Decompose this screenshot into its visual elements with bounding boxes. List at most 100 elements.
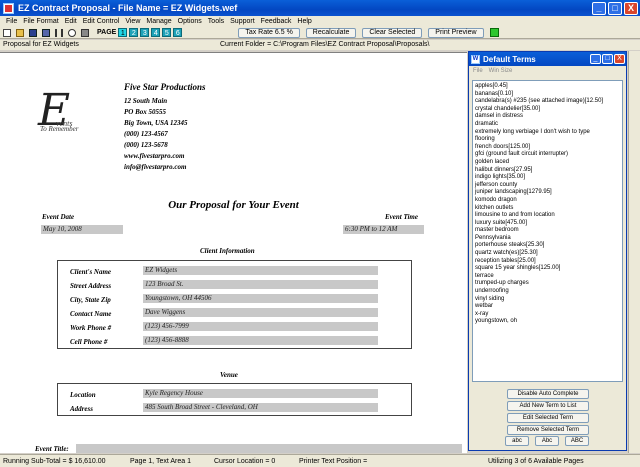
info-bar: Proposal for EZ Widgets Current Folder =… <box>0 40 640 50</box>
close-button[interactable]: X <box>624 1 638 15</box>
save-icon[interactable] <box>28 28 38 37</box>
tax-rate-button[interactable]: Tax Rate 6.5 % <box>238 27 300 38</box>
client-field-value[interactable]: EZ Widgets <box>143 266 378 275</box>
term-item[interactable]: flooring <box>475 136 620 144</box>
proposal-title: Our Proposal for Your Event <box>168 199 299 211</box>
open-folder-icon[interactable] <box>15 28 25 37</box>
term-item[interactable]: apples[0.45] <box>475 83 620 91</box>
preview-icon[interactable] <box>67 28 77 37</box>
term-item[interactable]: reception tables[25.00] <box>475 258 620 266</box>
client-field-value[interactable]: 123 Broad St. <box>143 280 378 289</box>
term-item[interactable]: wetbar <box>475 303 620 311</box>
venue-field-value[interactable]: Kyle Regency House <box>143 389 378 398</box>
term-item[interactable]: extremely long verbiage I don't wish to … <box>475 129 620 137</box>
menu-help[interactable]: Help <box>295 18 315 25</box>
clear-selected-button[interactable]: Clear Selected <box>362 27 423 38</box>
panel-minimize-button[interactable]: _ <box>590 54 601 64</box>
uppercase-button[interactable]: ABC <box>565 436 589 446</box>
page-button-4[interactable]: 4 <box>151 28 161 37</box>
menu-edit-control[interactable]: Edit Control <box>81 18 124 25</box>
menu-manage[interactable]: Manage <box>144 18 175 25</box>
print-preview-button[interactable]: Print Preview <box>428 27 484 38</box>
term-item[interactable]: quartz watch(es)[25.30] <box>475 250 620 258</box>
terms-list[interactable]: apples[0.45] bananas[0.10] candelabra(s) #… <box>472 80 623 382</box>
toolbar: PAGE 1 2 3 4 5 6 Tax Rate 6.5 % Recalcul… <box>0 27 640 39</box>
recalculate-button[interactable]: Recalculate <box>305 27 357 38</box>
term-item[interactable]: limousine to and from location <box>475 212 620 220</box>
term-item[interactable]: trumped-up charges <box>475 280 620 288</box>
term-item[interactable]: vinyl siding <box>475 296 620 304</box>
client-field-value[interactable]: Youngstown, OH 44506 <box>143 294 378 303</box>
vertical-scrollbar[interactable] <box>628 51 640 453</box>
disable-autocomplete-button[interactable]: Disable Auto Complete <box>507 389 589 399</box>
minimize-button[interactable]: _ <box>592 1 606 15</box>
term-item[interactable]: kitchen outlets <box>475 205 620 213</box>
event-time-field[interactable]: 6:30 PM to 12 AM <box>343 225 424 234</box>
save-as-icon[interactable] <box>41 28 51 37</box>
term-item[interactable]: bananas[0.10] <box>475 91 620 99</box>
term-item[interactable]: halibut dinners[27.95] <box>475 167 620 175</box>
event-title-field[interactable] <box>76 444 462 453</box>
term-item[interactable]: underroofing <box>475 288 620 296</box>
menu-edit[interactable]: Edit <box>63 18 81 25</box>
venue-field-value[interactable]: 485 South Broad Street - Cleveland, OH <box>143 403 378 412</box>
menu-feedback[interactable]: Feedback <box>259 18 296 25</box>
maximize-button[interactable]: □ <box>608 1 622 15</box>
event-time-label: Event Time <box>385 213 418 221</box>
page-button-2[interactable]: 2 <box>129 28 139 37</box>
panel-menu-win-size[interactable]: Win Size <box>489 68 513 74</box>
cut-icon[interactable] <box>54 28 64 37</box>
document-area[interactable]: E vents To Remember Five Star Production… <box>0 52 467 453</box>
term-item[interactable]: indigo lights[35.00] <box>475 174 620 182</box>
new-file-icon[interactable] <box>2 28 12 37</box>
panel-menu-file[interactable]: File <box>473 68 483 74</box>
term-item[interactable]: damsel in distress <box>475 113 620 121</box>
page-button-3[interactable]: 3 <box>140 28 150 37</box>
menu-options[interactable]: Options <box>176 18 206 25</box>
client-field-value[interactable]: (123) 456-7999 <box>143 322 378 331</box>
lowercase-button[interactable]: abc <box>505 436 529 446</box>
term-item[interactable]: dramatic <box>475 121 620 129</box>
status-pages: Utilizing 3 of 6 Available Pages <box>488 458 584 465</box>
term-item[interactable]: square 15 year shingles[125.00] <box>475 265 620 273</box>
menu-file[interactable]: File <box>4 18 21 25</box>
term-item[interactable]: jefferson county <box>475 182 620 190</box>
panel-maximize-button[interactable]: □ <box>602 54 613 64</box>
green-status-icon[interactable] <box>489 28 499 37</box>
page-button-5[interactable]: 5 <box>162 28 172 37</box>
menu-tools[interactable]: Tools <box>206 18 228 25</box>
add-term-button[interactable]: Add New Term to List <box>507 401 589 411</box>
term-item[interactable]: x-ray <box>475 311 620 319</box>
term-item[interactable]: french doors[125.00] <box>475 144 620 152</box>
term-item[interactable]: master bedroom <box>475 227 620 235</box>
term-item[interactable]: gfci (ground fault circuit interrupter) <box>475 151 620 159</box>
term-item[interactable]: golden laced <box>475 159 620 167</box>
term-item[interactable]: terrace <box>475 273 620 281</box>
term-item[interactable]: crystal chandelier[35.00] <box>475 106 620 114</box>
term-item[interactable]: luxury suite[475.00] <box>475 220 620 228</box>
term-item[interactable]: candelabra(s) #235 (see attached image)[… <box>475 98 620 106</box>
term-item[interactable]: juniper landscaping[1279.95] <box>475 189 620 197</box>
titlecase-button[interactable]: Abc <box>535 436 559 446</box>
app-icon <box>3 2 14 14</box>
company-line: Big Town, USA 12345 <box>124 119 188 127</box>
page-button-1[interactable]: 1 <box>118 28 128 37</box>
client-field-value[interactable]: Dave Wiggens <box>143 308 378 317</box>
term-item[interactable]: porterhouse steaks[25.30] <box>475 242 620 250</box>
panel-close-button[interactable]: X <box>614 54 625 64</box>
edit-term-button[interactable]: Edit Selected Term <box>507 413 589 423</box>
event-date-label: Event Date <box>42 213 75 221</box>
menu-support[interactable]: Support <box>228 18 259 25</box>
client-field-value[interactable]: (123) 456-8888 <box>143 336 378 345</box>
event-date-field[interactable]: May 10, 2008 <box>41 225 123 234</box>
term-item[interactable]: youngstown, oh <box>475 318 620 326</box>
remove-term-button[interactable]: Remove Selected Term <box>507 425 589 435</box>
term-item[interactable]: komodo dragon <box>475 197 620 205</box>
term-item[interactable]: Pennsylvania <box>475 235 620 243</box>
client-info-heading: Client Information <box>200 247 255 255</box>
menu-view[interactable]: View <box>123 18 144 25</box>
page-button-6[interactable]: 6 <box>173 28 183 37</box>
print-icon[interactable] <box>80 28 90 37</box>
menu-file-format[interactable]: File Format <box>21 18 62 25</box>
client-field-label: Contact Name <box>70 310 112 318</box>
